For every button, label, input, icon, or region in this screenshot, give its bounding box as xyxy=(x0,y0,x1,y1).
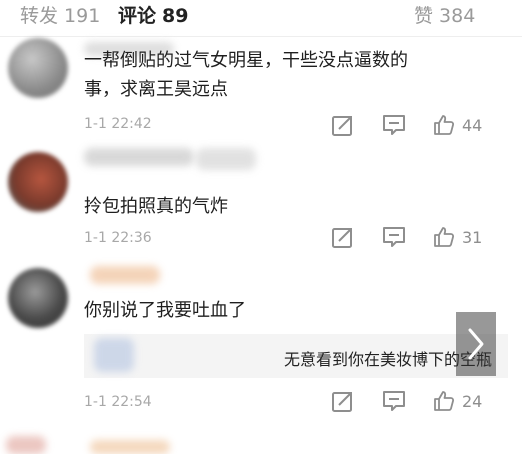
comment-text-continued: 事，求离王昊远点 xyxy=(84,79,228,100)
avatar[interactable] xyxy=(8,152,68,212)
like-count: 44 xyxy=(462,115,483,135)
redacted-reply-avatar xyxy=(94,338,134,372)
comment-icon[interactable] xyxy=(381,112,407,138)
like-count: 24 xyxy=(462,391,483,411)
tab-comment-label: 评论 xyxy=(118,5,157,27)
comment-time: 1-1 22:42 xyxy=(84,116,152,132)
comment-icon[interactable] xyxy=(381,224,407,250)
share-icon[interactable] xyxy=(330,224,356,250)
comment-time: 1-1 22:54 xyxy=(84,394,152,410)
avatar[interactable] xyxy=(8,268,68,328)
comment-item: 一帮倒贴的过气女明星，干些没点逼数的 事，求离王昊远点 1-1 22:42 44 xyxy=(0,36,522,148)
tab-like-label: 赞 xyxy=(414,5,434,27)
comment-text: 拎包拍照真的气炸 xyxy=(84,196,228,217)
redacted-badge xyxy=(196,148,256,170)
share-icon[interactable] xyxy=(330,112,356,138)
comment-item: 你别说了我要吐血了 无意看到你在美妆博下的空瓶 1-1 22:54 24 xyxy=(0,258,522,422)
comment-text: 一帮倒贴的过气女明星，干些没点逼数的 xyxy=(84,50,408,71)
next-comment-username xyxy=(90,440,170,454)
thumbs-up-icon xyxy=(434,115,455,135)
comment-item: 拎包拍照真的气炸 1-1 22:36 31 xyxy=(0,148,522,258)
comment-time: 1-1 22:36 xyxy=(84,230,152,246)
like-button[interactable]: 24 xyxy=(432,388,482,414)
comment-text: 你别说了我要吐血了 xyxy=(84,300,246,321)
reply-preview[interactable]: 无意看到你在美妆博下的空瓶 xyxy=(84,334,508,378)
comment-icon[interactable] xyxy=(381,388,407,414)
tab-repost-label: 转发 xyxy=(20,5,59,27)
thumbs-up-icon xyxy=(434,227,455,247)
redacted-username xyxy=(84,148,194,166)
like-button[interactable]: 44 xyxy=(432,112,482,138)
tab-repost-count: 191 xyxy=(64,5,101,27)
comment-tabs: 转发 191 评论 89 赞 384 xyxy=(0,0,522,37)
avatar[interactable] xyxy=(8,38,68,98)
tab-repost[interactable]: 转发 191 xyxy=(20,4,100,28)
tab-comment[interactable]: 评论 89 xyxy=(118,4,188,28)
like-button[interactable]: 31 xyxy=(432,224,482,250)
like-count: 31 xyxy=(462,227,483,247)
tab-comment-count: 89 xyxy=(162,5,189,27)
thumbs-up-icon xyxy=(434,391,455,411)
redacted-username xyxy=(90,266,160,284)
chevron-right-icon xyxy=(468,328,484,360)
next-comment-avatar xyxy=(6,436,46,454)
tab-like[interactable]: 赞 384 xyxy=(414,4,475,28)
share-icon[interactable] xyxy=(330,388,356,414)
tab-like-count: 384 xyxy=(439,5,476,27)
next-image-button[interactable] xyxy=(456,312,496,376)
